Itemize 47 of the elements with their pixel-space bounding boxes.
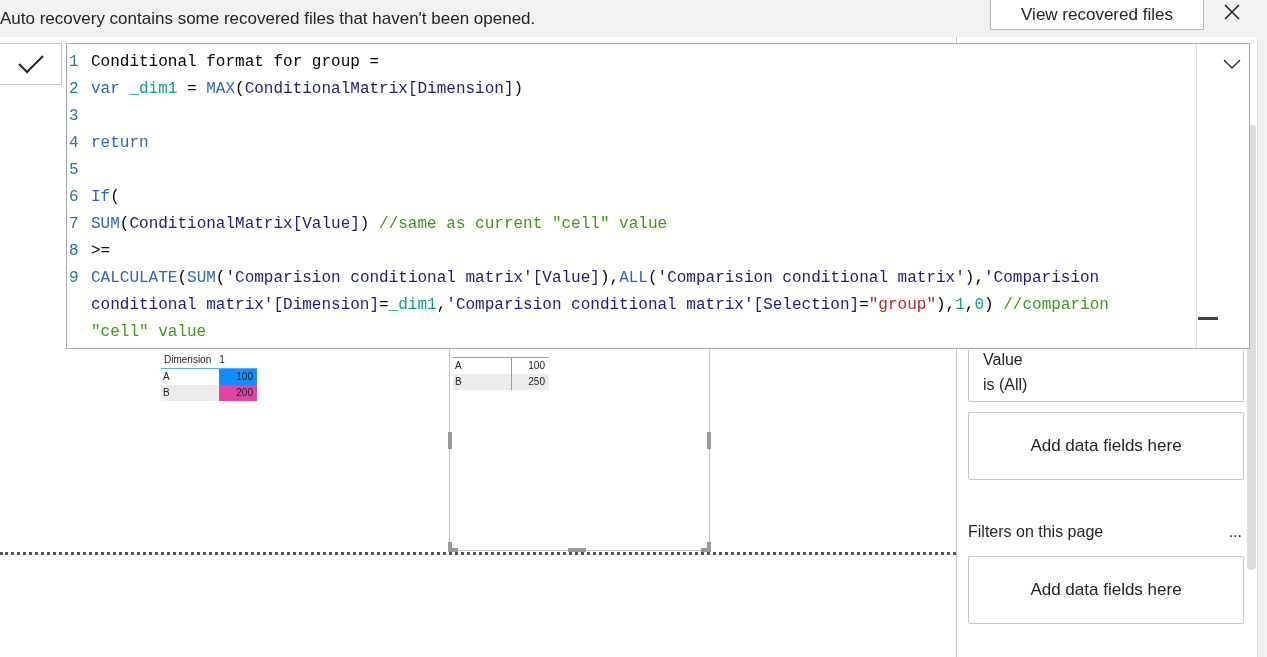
table-cell-text: B — [454, 375, 463, 389]
line-number: 8 — [68, 240, 80, 262]
close-icon[interactable] — [1223, 3, 1241, 21]
corner-handle[interactable] — [701, 542, 711, 552]
more-options[interactable]: ... — [1228, 520, 1242, 544]
resize-handle[interactable] — [448, 432, 452, 449]
code-line: CALCULATE(SUM('Comparision conditional matrix'[Value]),ALL('Comparision conditional matrix'),'Comparision — [91, 267, 1100, 289]
line-number: 4 — [68, 132, 80, 154]
filter-condition: is (All) — [983, 375, 1029, 395]
formula-editor[interactable] — [66, 43, 1250, 349]
resize-handle[interactable] — [707, 432, 711, 449]
table-cell: 100 — [219, 369, 257, 385]
resize-handle[interactable] — [568, 548, 586, 552]
code-line: >= — [91, 240, 111, 262]
section-heading: Filters on this page — [968, 522, 1104, 542]
code-line: SUM(ConditionalMatrix[Value]) //same as current "cell" value — [91, 213, 668, 235]
code-line: return — [91, 132, 149, 154]
notification-message: Auto recovery contains some recovered files that haven't been opened. — [0, 7, 536, 30]
code-line: If( — [91, 186, 120, 208]
filter-field-name: Value — [983, 350, 1024, 370]
line-number: 5 — [68, 159, 80, 181]
code-line: conditional matrix'[Dimension]=_dim1,'Comparision conditional matrix'[Selection]="group"),1,0) //comparion — [91, 294, 1109, 316]
table-cell: 200 — [219, 385, 257, 401]
matrix-visual[interactable]: Dimension 1 A 100 B 200 — [157, 348, 418, 551]
table-cell-text: A — [454, 359, 463, 373]
line-number: 3 — [68, 105, 80, 127]
drop-zone[interactable]: Add data fields here — [968, 412, 1244, 480]
check-icon — [16, 54, 45, 74]
drop-zone[interactable]: Add data fields here — [968, 556, 1244, 624]
line-number: 9 — [68, 267, 80, 289]
code-line: Conditional format for group = — [91, 51, 380, 73]
view-recovered-files-button[interactable]: View recovered files — [990, 0, 1204, 30]
code-line: var _dim1 = MAX(ConditionalMatrix[Dimension]) — [91, 78, 524, 100]
line-number: 7 — [68, 213, 80, 235]
filter-card[interactable]: Value is (All) — [968, 350, 1244, 402]
commit-button[interactable] — [0, 43, 62, 85]
table-cell: 250 — [511, 374, 549, 390]
column-header: Dimension — [164, 353, 212, 367]
table-cell-text: B — [162, 386, 171, 400]
expand-chevron-icon[interactable] — [1223, 59, 1241, 69]
column-header: 1 — [219, 353, 225, 367]
corner-handle[interactable] — [448, 542, 458, 552]
line-number: 1 — [68, 51, 80, 73]
table-cell-text: A — [162, 370, 171, 384]
line-number: 6 — [68, 186, 80, 208]
code-line: "cell" value — [91, 321, 207, 343]
line-number: 2 — [68, 78, 80, 100]
